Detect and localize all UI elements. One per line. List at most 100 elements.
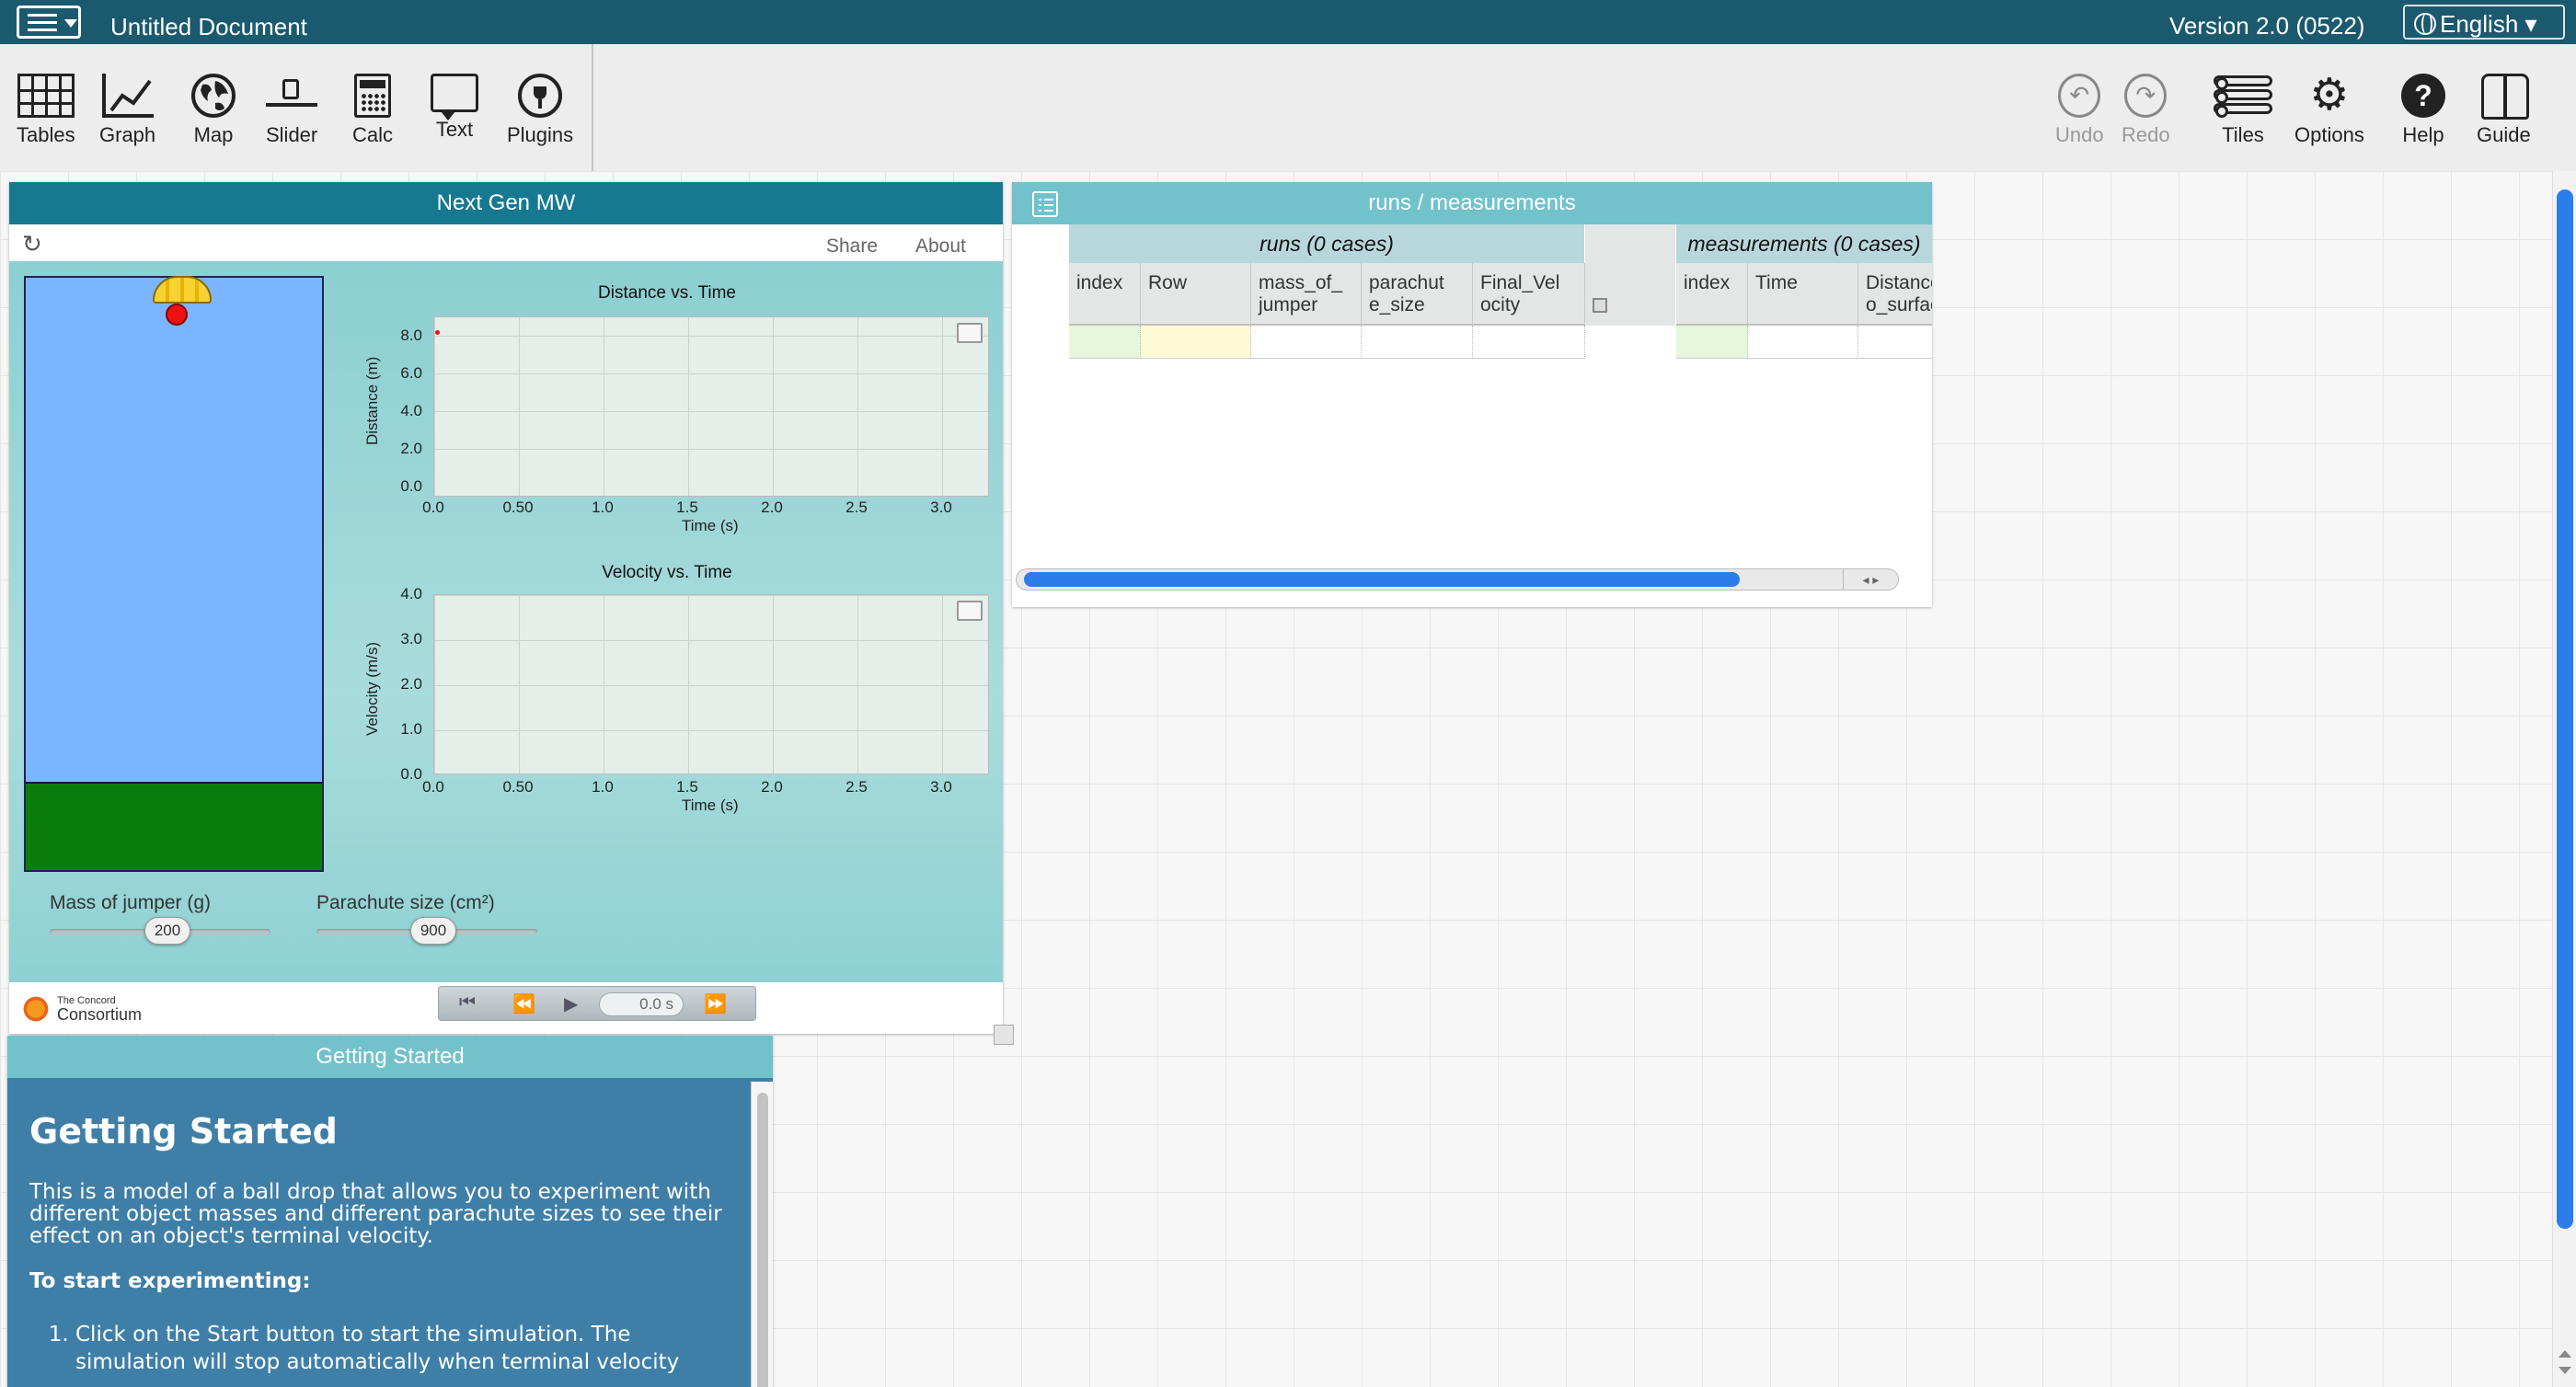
text-button[interactable]: Text: [431, 74, 478, 142]
language-menu[interactable]: English ▾: [2403, 5, 2565, 40]
y-tick: 6.0: [400, 364, 422, 382]
play-icon[interactable]: ▶: [564, 992, 578, 1015]
tile-title-bar[interactable]: Getting Started: [7, 1036, 773, 1078]
column-header-mass[interactable]: mass_of_ jumper: [1251, 263, 1362, 326]
y-tick: 4.0: [400, 585, 422, 602]
table-cell[interactable]: [1362, 326, 1473, 359]
jumper-ball[interactable]: [166, 304, 188, 326]
map-button[interactable]: Map: [191, 74, 236, 147]
tile-resize-handle[interactable]: [994, 1025, 1014, 1045]
calc-button[interactable]: Calc: [352, 74, 393, 147]
help-button[interactable]: ? Help: [2401, 74, 2445, 147]
table-cell[interactable]: [1676, 326, 1748, 359]
getting-started-tile: Getting Started Getting Started This is …: [7, 1036, 773, 1387]
plugins-button[interactable]: Plugins: [507, 74, 573, 147]
undo-button[interactable]: ↶ Undo: [2055, 74, 2104, 147]
scroll-down-arrow-icon[interactable]: [2559, 1367, 2571, 1374]
y-axis-label: Distance (m): [363, 356, 381, 445]
reload-icon[interactable]: ↻: [22, 230, 42, 258]
x-tick: 3.0: [930, 778, 952, 796]
y-tick: 2.0: [400, 440, 422, 457]
about-link[interactable]: About: [915, 235, 966, 258]
x-tick: 3.0: [930, 499, 952, 516]
column-header-parachute[interactable]: parachut e_size: [1362, 263, 1473, 326]
steps-list: Click on the Start button to start the s…: [29, 1321, 738, 1376]
expand-collapse-checkbox[interactable]: [1593, 298, 1607, 313]
guide-button[interactable]: Guide: [2477, 74, 2531, 147]
tiles-button[interactable]: Tiles: [2214, 74, 2272, 147]
slider-button[interactable]: Slider: [266, 74, 317, 147]
scrollbar-thumb[interactable]: [1024, 572, 1740, 587]
column-header-time[interactable]: Time: [1748, 263, 1858, 326]
measurements-collection-header[interactable]: measurements (0 cases): [1676, 224, 1932, 263]
map-icon: [191, 74, 236, 118]
tiles-label: Tiles: [2222, 123, 2264, 146]
reset-icon[interactable]: ⏮: [459, 992, 476, 1014]
table-cell[interactable]: [1069, 326, 1141, 359]
y-tick: 0.0: [400, 477, 422, 495]
subheading: To start experimenting:: [29, 1269, 311, 1293]
column-header-distance[interactable]: Distance_t o_surface: [1858, 263, 1932, 326]
column-header-index[interactable]: index: [1069, 263, 1141, 326]
intro-paragraph: This is a model of a ball drop that allo…: [29, 1180, 722, 1248]
plot-area[interactable]: [433, 316, 989, 497]
scrollbar-thumb[interactable]: [757, 1093, 768, 1387]
x-tick: 0.50: [502, 778, 534, 796]
x-tick: 1.0: [592, 778, 614, 796]
image-export-icon[interactable]: [957, 601, 983, 621]
image-export-icon[interactable]: [957, 323, 983, 343]
guide-label: Guide: [2477, 123, 2531, 146]
workspace-vertical-scrollbar[interactable]: [2552, 171, 2576, 1387]
plot-area[interactable]: [433, 594, 989, 774]
tile-title-bar[interactable]: Next Gen MW: [9, 182, 1003, 224]
step-back-icon[interactable]: ⏪: [512, 992, 535, 1015]
redo-button[interactable]: ↷ Redo: [2122, 74, 2170, 147]
text-content[interactable]: Getting Started This is a model of a bal…: [29, 1111, 738, 1376]
table-cell[interactable]: [1141, 326, 1251, 359]
graph-button[interactable]: Graph: [99, 74, 155, 147]
menu-bar: Untitled Document Version 2.0 (0522) Eng…: [0, 0, 2576, 44]
parachute-slider-handle[interactable]: 900: [410, 917, 456, 945]
text-icon: [431, 74, 478, 120]
share-link[interactable]: Share: [826, 235, 878, 258]
tile-title-bar[interactable]: runs / measurements: [1012, 182, 1932, 224]
mass-slider-handle[interactable]: 200: [144, 917, 190, 945]
table-cell[interactable]: [1473, 326, 1585, 359]
step-forward-icon[interactable]: ⏩: [704, 992, 727, 1015]
runs-collection-header[interactable]: runs (0 cases): [1069, 224, 1584, 263]
table-cell[interactable]: [1251, 326, 1362, 359]
simulation-canvas: Distance vs. Time Distance (m) 8.0 6.0 4…: [9, 261, 1003, 982]
scroll-up-arrow-icon[interactable]: [2559, 1350, 2571, 1358]
plugins-label: Plugins: [507, 123, 574, 146]
gear-icon: ⚙: [2309, 71, 2350, 120]
options-button[interactable]: ⚙ Options: [2294, 74, 2364, 147]
table-icon: [17, 74, 75, 118]
table-cell[interactable]: [1858, 326, 1932, 359]
map-label: Map: [193, 123, 234, 146]
table-icon[interactable]: [1032, 191, 1058, 217]
scroll-arrows[interactable]: ◂ ▸: [1843, 569, 1898, 590]
simulation-footer: The Concord Consortium ⏮ ⏪ ▶ 0.0 s ⏩: [9, 982, 1003, 1034]
hamburger-menu-button[interactable]: [17, 6, 81, 39]
graph-icon: [101, 74, 154, 118]
column-header-final-velocity[interactable]: Final_Vel ocity: [1473, 263, 1585, 326]
scrollbar-thumb[interactable]: [2557, 189, 2573, 1229]
document-title[interactable]: Untitled Document: [110, 13, 307, 41]
x-tick: 2.0: [761, 499, 783, 516]
collection-divider: [1585, 224, 1675, 326]
table-title: runs / measurements: [1368, 190, 1576, 215]
parachute-label: Parachute size (cm²): [316, 892, 495, 913]
y-tick: 1.0: [400, 720, 422, 738]
table-horizontal-scrollbar[interactable]: ◂ ▸: [1016, 568, 1899, 590]
logo-text-large: Consortium: [57, 1005, 143, 1024]
table-cell[interactable]: [1748, 326, 1858, 359]
text-vertical-scrollbar[interactable]: [751, 1082, 773, 1387]
column-header-index[interactable]: index: [1676, 263, 1748, 326]
tables-button[interactable]: Tables: [17, 74, 75, 147]
sky-area: [24, 276, 324, 784]
chevron-down-icon: [64, 19, 77, 28]
x-axis-label: Time (s): [682, 517, 739, 534]
redo-icon: ↷: [2124, 74, 2168, 118]
column-header-row[interactable]: Row: [1141, 263, 1251, 326]
simulation-header: ↻ Share About: [9, 224, 1003, 261]
